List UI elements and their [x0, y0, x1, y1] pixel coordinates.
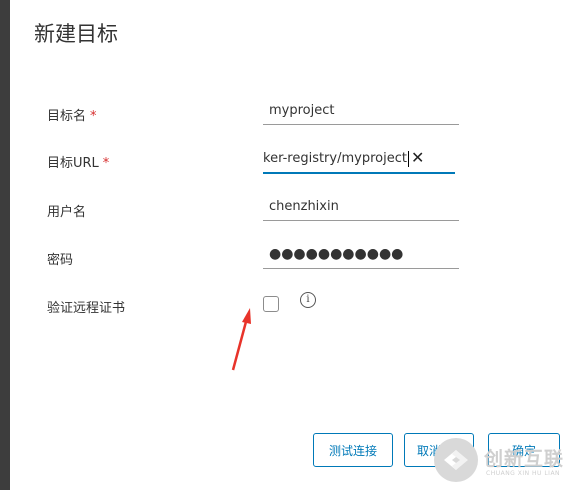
annotation-arrow	[231, 308, 251, 371]
watermark: 创新互联 CHUANG XIN HU LIAN	[434, 436, 583, 486]
watermark-logo-icon	[434, 438, 478, 482]
watermark-text: 创新互联	[484, 448, 565, 470]
watermark-subtext: CHUANG XIN HU LIAN	[486, 470, 561, 477]
arrow-head	[242, 308, 251, 324]
watermark-logo-graphic	[444, 450, 468, 470]
arrow-shaft	[231, 317, 249, 371]
